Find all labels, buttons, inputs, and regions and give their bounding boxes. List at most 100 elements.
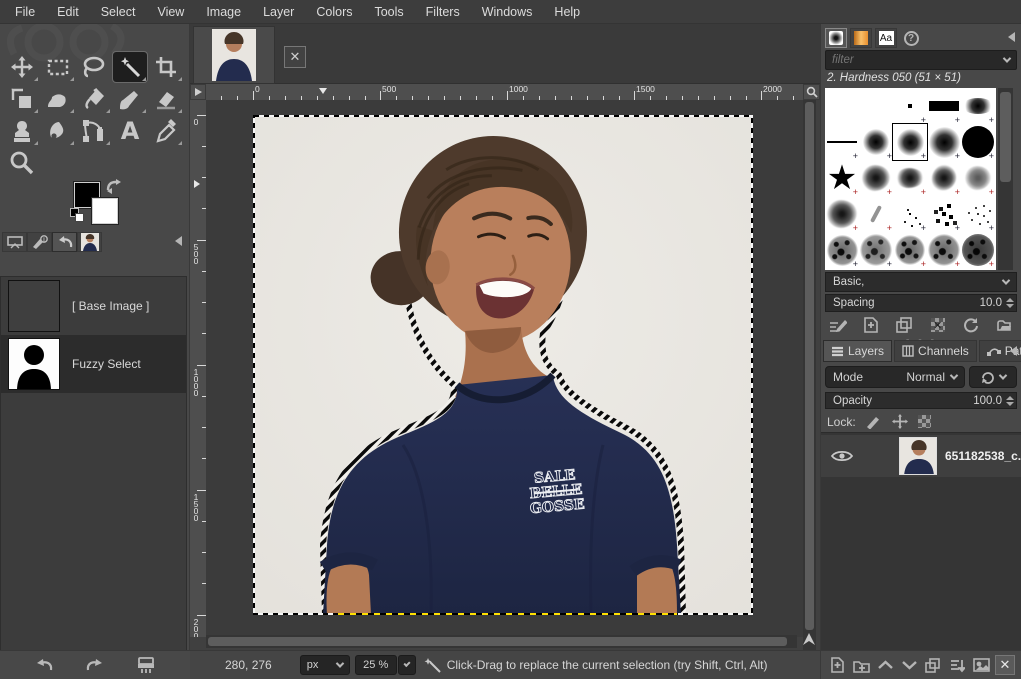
undo-button[interactable] bbox=[34, 657, 54, 673]
tool-unified-transform[interactable] bbox=[5, 84, 39, 114]
tool-paintbrush[interactable] bbox=[113, 84, 147, 114]
new-brush-button[interactable] bbox=[858, 316, 884, 334]
brush-thumb[interactable]: + bbox=[961, 232, 995, 268]
tool-paths[interactable] bbox=[77, 116, 111, 146]
brush-grid-scrollbar[interactable] bbox=[998, 88, 1013, 270]
tab-tool-options[interactable] bbox=[2, 232, 27, 252]
layer-name[interactable]: 651182538_c. bbox=[945, 449, 1021, 463]
duplicate-brush-button[interactable] bbox=[891, 316, 917, 334]
tool-clone[interactable] bbox=[5, 116, 39, 146]
horizontal-ruler[interactable]: 0 500 1000 1500 2000 bbox=[206, 84, 803, 100]
brush-grid-scrollbar-thumb[interactable] bbox=[1000, 92, 1011, 182]
vertical-scrollbar[interactable] bbox=[803, 100, 816, 656]
menu-tools[interactable]: Tools bbox=[363, 0, 414, 24]
new-layer-button[interactable] bbox=[827, 655, 847, 675]
tool-smudge[interactable] bbox=[41, 116, 75, 146]
brush-thumb[interactable]: + bbox=[961, 160, 995, 196]
default-colors-icon-bg[interactable] bbox=[75, 213, 84, 222]
lower-layer-button[interactable] bbox=[899, 655, 919, 675]
menu-view[interactable]: View bbox=[146, 0, 195, 24]
brush-thumb[interactable]: + bbox=[825, 232, 859, 268]
zoom-follow-window-button[interactable] bbox=[803, 84, 820, 100]
tool-color-picker[interactable] bbox=[149, 116, 183, 146]
menu-windows[interactable]: Windows bbox=[471, 0, 544, 24]
menu-filters[interactable]: Filters bbox=[415, 0, 471, 24]
dock-collapse-button[interactable] bbox=[1003, 30, 1019, 44]
merge-layer-button[interactable] bbox=[947, 655, 967, 675]
tool-free-select[interactable] bbox=[77, 52, 111, 82]
tool-crop[interactable] bbox=[149, 52, 183, 82]
background-color-swatch[interactable] bbox=[92, 198, 118, 224]
tool-bucket-fill[interactable] bbox=[77, 84, 111, 114]
tool-warp-transform[interactable] bbox=[41, 84, 75, 114]
layer-thumbnail[interactable] bbox=[899, 437, 937, 475]
redo-button[interactable] bbox=[85, 657, 105, 673]
undo-item-base-image[interactable]: [ Base Image ] bbox=[1, 277, 186, 335]
image-canvas[interactable]: SALE BELLE GOSSE bbox=[253, 115, 753, 615]
image-tab[interactable] bbox=[193, 26, 275, 84]
layer-mode-switch-button[interactable] bbox=[969, 366, 1017, 388]
layer-row[interactable]: 651182538_c. bbox=[821, 435, 1021, 477]
brush-filter-input[interactable] bbox=[826, 54, 976, 66]
open-brush-as-image-button[interactable] bbox=[991, 316, 1017, 334]
brush-thumb[interactable]: + bbox=[927, 196, 961, 232]
brush-thumb[interactable]: + bbox=[961, 196, 995, 232]
brush-thumb[interactable]: + bbox=[893, 232, 927, 268]
tab-layers[interactable]: Layers bbox=[823, 340, 892, 362]
brush-thumb[interactable]: + bbox=[893, 196, 927, 232]
brush-thumb[interactable]: + bbox=[961, 88, 995, 124]
swap-colors-icon[interactable] bbox=[104, 178, 124, 196]
brush-thumb[interactable]: + bbox=[927, 232, 961, 268]
duplicate-layer-button[interactable] bbox=[923, 655, 943, 675]
brush-thumb[interactable]: + bbox=[859, 160, 893, 196]
tab-device-status[interactable]: i bbox=[27, 232, 52, 252]
tool-fuzzy-select-active[interactable] bbox=[113, 52, 147, 82]
horizontal-scrollbar-thumb[interactable] bbox=[208, 637, 787, 646]
tab-gradients[interactable] bbox=[850, 28, 872, 48]
opacity-spinner[interactable] bbox=[1006, 396, 1014, 406]
tab-brushes[interactable] bbox=[825, 28, 847, 48]
unit-select[interactable]: px bbox=[300, 655, 350, 675]
tool-move[interactable] bbox=[5, 52, 39, 82]
brush-thumb[interactable]: + bbox=[893, 88, 927, 124]
tool-eraser[interactable] bbox=[149, 84, 183, 114]
lock-pixels-button[interactable] bbox=[866, 414, 882, 429]
refresh-brushes-button[interactable] bbox=[958, 316, 984, 334]
brush-thumb[interactable]: + bbox=[859, 124, 893, 160]
delete-layer-button[interactable]: ✕ bbox=[995, 655, 1015, 675]
spacing-spinner[interactable] bbox=[1006, 298, 1014, 308]
tab-channels[interactable]: Channels bbox=[894, 340, 977, 362]
brush-thumb[interactable]: + bbox=[961, 124, 995, 160]
brush-thumb[interactable]: + bbox=[825, 196, 859, 232]
menu-file[interactable]: File bbox=[4, 0, 46, 24]
menu-help[interactable]: Help bbox=[543, 0, 591, 24]
spacing-slider[interactable]: Spacing 10.0 bbox=[825, 294, 1017, 312]
brush-thumb[interactable]: + bbox=[927, 124, 961, 160]
lock-position-button[interactable] bbox=[892, 414, 908, 429]
zoom-select-button[interactable] bbox=[398, 655, 416, 675]
undo-item-fuzzy-select[interactable]: Fuzzy Select bbox=[1, 335, 186, 393]
tool-rectangle-select[interactable] bbox=[41, 52, 75, 82]
brush-thumb[interactable]: + bbox=[893, 160, 927, 196]
image-tab-close-button[interactable]: ✕ bbox=[284, 46, 306, 68]
brush-thumb-selected[interactable]: + bbox=[893, 124, 927, 160]
tab-fonts[interactable]: Aa bbox=[875, 28, 897, 48]
brush-thumb[interactable]: ★+ bbox=[825, 160, 859, 196]
zoom-value-box[interactable]: 25 % bbox=[355, 655, 397, 675]
tab-image-thumbnail[interactable] bbox=[77, 232, 102, 252]
navigation-preview-button[interactable] bbox=[797, 630, 820, 650]
menu-select[interactable]: Select bbox=[90, 0, 147, 24]
tool-text[interactable]: A bbox=[113, 116, 147, 146]
lock-alpha-button[interactable] bbox=[918, 415, 931, 428]
edit-brush-button[interactable] bbox=[825, 316, 851, 334]
menu-layer[interactable]: Layer bbox=[252, 0, 305, 24]
menu-colors[interactable]: Colors bbox=[305, 0, 363, 24]
canvas-viewport[interactable]: SALE BELLE GOSSE bbox=[206, 100, 803, 637]
tool-zoom[interactable] bbox=[5, 148, 39, 178]
brush-thumb[interactable]: + bbox=[927, 88, 961, 124]
clear-history-button[interactable] bbox=[136, 656, 156, 674]
brush-group-select[interactable]: Basic, bbox=[825, 272, 1017, 292]
brush-thumb[interactable]: + bbox=[927, 160, 961, 196]
vertical-ruler[interactable]: 0 500 1000 1500 2000 bbox=[190, 100, 206, 637]
layer-visibility-eye-icon[interactable] bbox=[831, 449, 853, 463]
